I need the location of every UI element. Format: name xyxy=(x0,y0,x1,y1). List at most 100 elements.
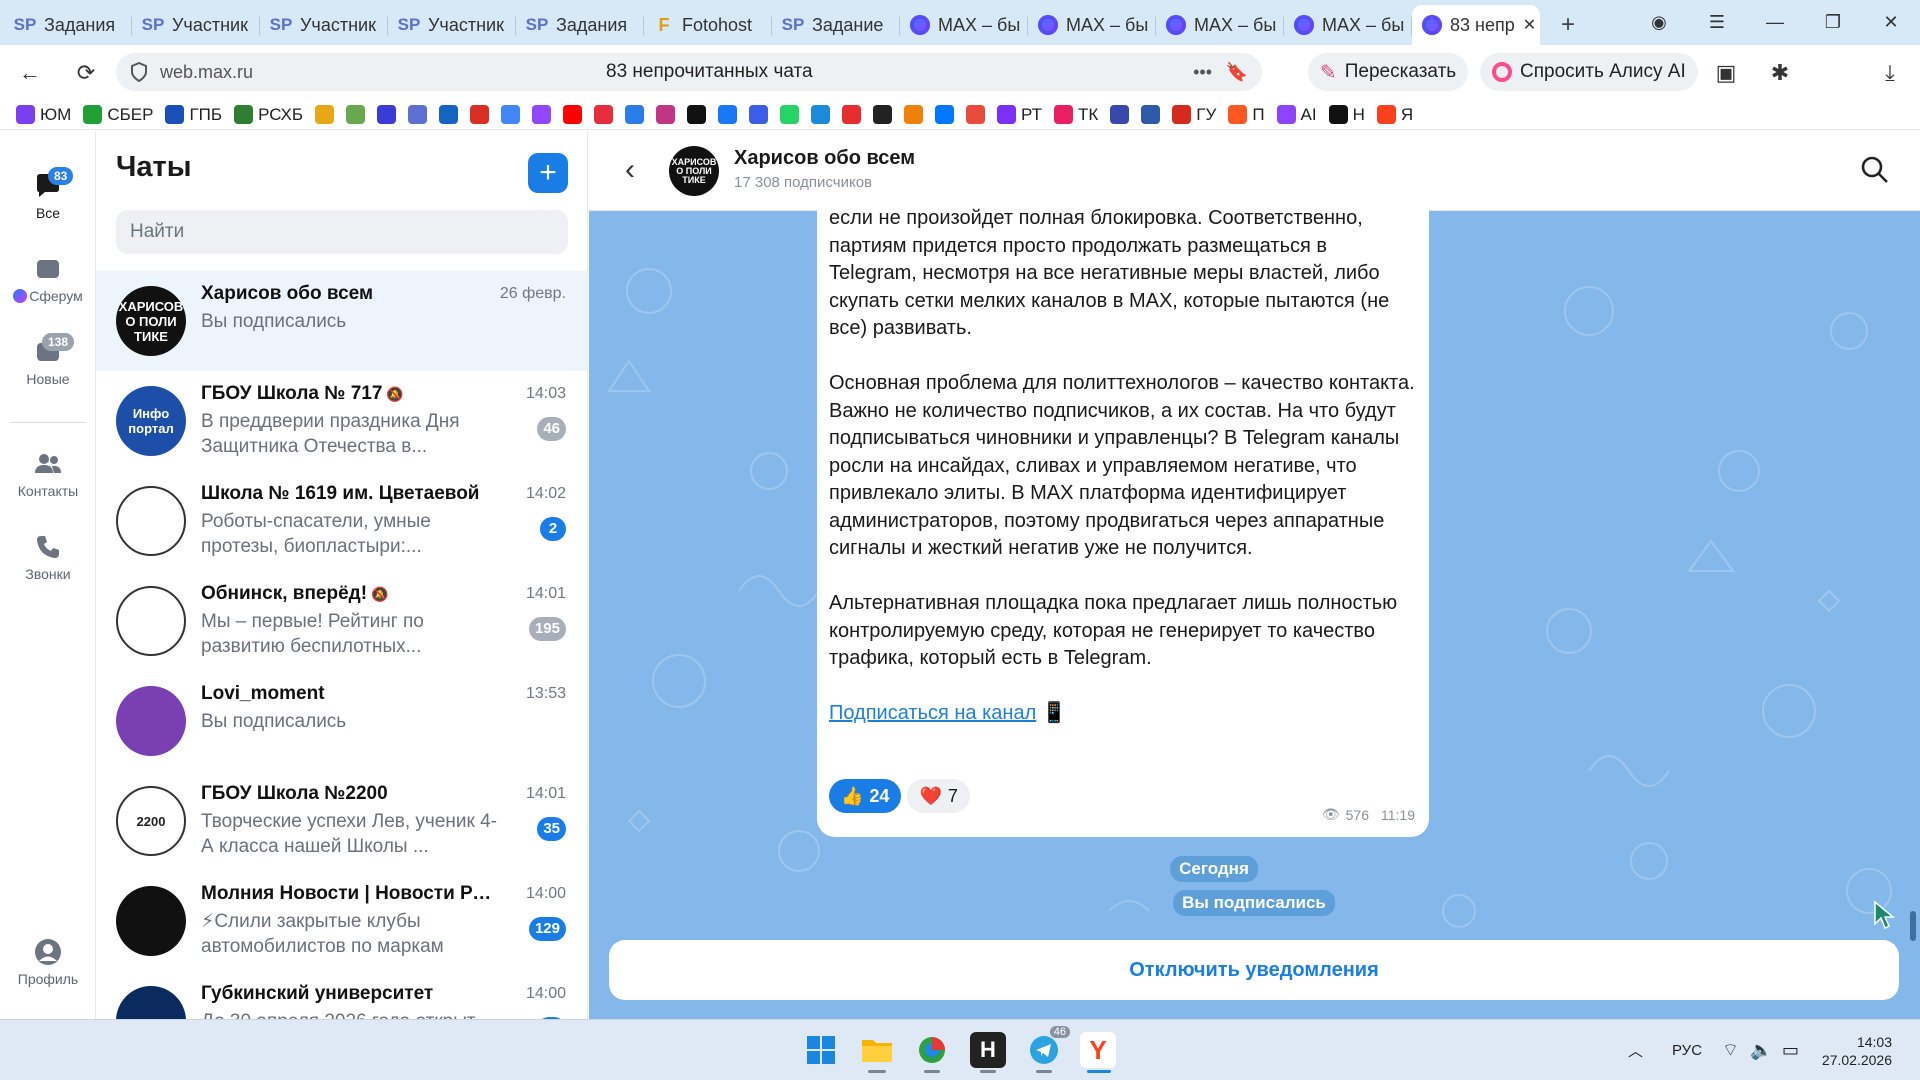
bookmark-item[interactable]: ГПБ xyxy=(165,105,222,125)
bookmark-item[interactable] xyxy=(811,105,831,124)
bookmark-item[interactable]: ГУ xyxy=(1172,105,1216,125)
bookmark-item[interactable] xyxy=(873,105,893,124)
browser-tab[interactable]: MAX – бы xyxy=(1156,5,1284,45)
bookmark-item[interactable] xyxy=(904,105,924,124)
rail-item-all[interactable]: 83 Все xyxy=(0,167,96,221)
back-chevron-icon[interactable]: ‹ xyxy=(625,153,635,187)
search-icon[interactable] xyxy=(1860,155,1890,185)
chat-row[interactable]: 2200 ГБОУ Школа №2200 14:01 Творческие успе… xyxy=(96,771,587,871)
bookmark-item[interactable]: СБЕР xyxy=(83,105,153,125)
bookmark-item[interactable]: Я xyxy=(1376,105,1413,125)
bookmark-item[interactable] xyxy=(408,105,428,124)
browser-tab[interactable]: MAX – бы xyxy=(1284,5,1412,45)
bookmark-item[interactable] xyxy=(842,105,862,124)
clock[interactable]: 14:03 27.02.2026 xyxy=(1822,1020,1892,1080)
chat-row[interactable]: Губкинский университет 14:00 До 30 апреля … xyxy=(96,971,587,1019)
profile-icon[interactable]: ◉ xyxy=(1630,12,1688,33)
ask-alice-button[interactable]: Спросить Алису AI xyxy=(1480,53,1698,91)
browser-tab[interactable]: F Fotohost xyxy=(644,5,772,45)
rail-item-calls[interactable]: Звонки xyxy=(0,532,96,582)
file-explorer-icon[interactable] xyxy=(859,1032,895,1068)
bookmark-item[interactable] xyxy=(346,105,366,124)
rail-item-new[interactable]: 138 Новые xyxy=(0,333,96,387)
chat-row[interactable]: ХАРИСОВ О ПОЛИ ТИКЕ Харисов обо всем 26 фе… xyxy=(96,271,587,371)
rail-item-sferum[interactable]: Сферум xyxy=(0,254,96,304)
bookmark-item[interactable] xyxy=(718,105,738,124)
close-window-button[interactable]: ✕ xyxy=(1862,12,1920,33)
chat-row[interactable]: Обнинск, вперёд! 🔕 14:01 Мы – первые! Рейти… xyxy=(96,571,587,671)
browser-tab[interactable]: MAX – бы xyxy=(1028,5,1156,45)
bookmark-item[interactable] xyxy=(470,105,490,124)
bookmark-item[interactable]: AI xyxy=(1276,105,1317,125)
address-bar[interactable]: web.max.ru 83 непрочитанных чата ••• 🔖 xyxy=(116,53,1262,91)
browser-tab-active[interactable]: 83 непр ✕ xyxy=(1412,5,1540,45)
telegram-icon[interactable]: 46 xyxy=(1026,1026,1070,1068)
bookmark-item[interactable] xyxy=(532,105,552,124)
new-tab-button[interactable]: + xyxy=(1548,5,1588,45)
notion-icon[interactable]: H xyxy=(970,1032,1006,1068)
bookmark-item[interactable]: П xyxy=(1228,105,1265,125)
bookmark-item[interactable] xyxy=(439,105,459,124)
image-icon[interactable]: ▣ xyxy=(1698,60,1754,86)
bookmark-item[interactable] xyxy=(749,105,769,124)
bookmark-item[interactable]: РТ xyxy=(997,105,1042,125)
more-dots-icon[interactable]: ••• xyxy=(1193,62,1212,83)
chat-row[interactable]: Lovi_moment 13:53 Вы подписались xyxy=(96,671,587,771)
scrollbar-thumb[interactable] xyxy=(1910,911,1916,941)
close-tab-icon[interactable]: ✕ xyxy=(1523,15,1536,35)
volume-icon[interactable]: 🔈 xyxy=(1750,1020,1772,1080)
bookmark-item[interactable] xyxy=(656,105,676,124)
download-icon[interactable]: ⤓ xyxy=(1862,60,1918,86)
browser-tab[interactable]: MAX – бы xyxy=(900,5,1028,45)
site-info-icon[interactable] xyxy=(130,62,148,82)
url-text[interactable]: web.max.ru xyxy=(160,62,253,83)
chevron-up-icon[interactable]: ︿ xyxy=(1628,1020,1643,1080)
bookmark-item[interactable] xyxy=(966,105,986,124)
yandex-browser-icon[interactable]: Y xyxy=(1080,1032,1116,1068)
browser-tab[interactable]: SP Участник xyxy=(132,5,260,45)
new-chat-button[interactable]: + xyxy=(528,153,568,193)
minimize-button[interactable]: — xyxy=(1746,12,1804,33)
restore-button[interactable]: ❐ xyxy=(1804,12,1862,33)
bookmark-item[interactable]: РСХБ xyxy=(234,105,303,125)
battery-icon[interactable]: ▭ xyxy=(1782,1020,1799,1080)
bookmark-item[interactable] xyxy=(1110,105,1130,124)
bookmark-item[interactable] xyxy=(625,105,645,124)
bookmark-item[interactable] xyxy=(594,105,614,124)
browser-tab[interactable]: SP Участник xyxy=(388,5,516,45)
channel-title[interactable]: Харисов обо всем xyxy=(734,147,915,170)
bookmark-item[interactable] xyxy=(563,105,583,124)
bookmark-item[interactable] xyxy=(501,105,521,124)
search-input[interactable]: Найти xyxy=(116,210,568,254)
bookmark-item[interactable]: ТК xyxy=(1054,105,1098,125)
wifi-icon[interactable]: ⌔ xyxy=(1722,1020,1739,1080)
browser-tab[interactable]: SP Задания xyxy=(4,5,132,45)
browser-alt-icon[interactable] xyxy=(914,1032,950,1068)
reaction-thumbs-up[interactable]: 👍 24 xyxy=(829,779,902,813)
bookmark-item[interactable] xyxy=(377,105,397,124)
rail-item-profile[interactable]: Профиль xyxy=(0,937,96,987)
mute-notifications-button[interactable]: Отключить уведомления xyxy=(609,940,1899,1000)
bookmark-item[interactable] xyxy=(780,105,800,124)
summarize-button[interactable]: ✎ Пересказать xyxy=(1308,53,1469,91)
bookmark-item[interactable] xyxy=(1141,105,1161,124)
tab-menu-icon[interactable]: ☰ xyxy=(1688,12,1746,33)
chat-row[interactable]: Инфо портал ГБОУ Школа № 717 🔕 14:03 В предд… xyxy=(96,371,587,471)
rail-item-contacts[interactable]: Контакты xyxy=(0,449,96,499)
windows-start-icon[interactable] xyxy=(803,1032,839,1068)
language-indicator[interactable]: РУС xyxy=(1672,1020,1702,1080)
reload-icon[interactable]: ⟳ xyxy=(58,60,114,86)
extensions-icon[interactable]: ✱ xyxy=(1752,60,1808,86)
bookmark-item[interactable] xyxy=(935,105,955,124)
browser-tab[interactable]: SP Участник xyxy=(260,5,388,45)
chat-row[interactable]: Школа № 1619 им. Цветаевой 14:02 Роботы-сп… xyxy=(96,471,587,571)
reaction-heart[interactable]: ❤️ 7 xyxy=(907,779,970,813)
bookmark-icon[interactable]: 🔖 xyxy=(1226,62,1248,83)
browser-tab[interactable]: SP Задания xyxy=(516,5,644,45)
bookmark-item[interactable]: Н xyxy=(1328,105,1365,125)
subscribe-link[interactable]: Подписаться на канал xyxy=(829,702,1036,724)
bookmark-item[interactable] xyxy=(315,105,335,124)
chat-row[interactable]: Молния Новости | Новости Росс... 14:00 ⚡Сл… xyxy=(96,871,587,971)
back-arrow-icon[interactable]: ← xyxy=(2,60,58,86)
browser-tab[interactable]: SP Задание xyxy=(772,5,900,45)
